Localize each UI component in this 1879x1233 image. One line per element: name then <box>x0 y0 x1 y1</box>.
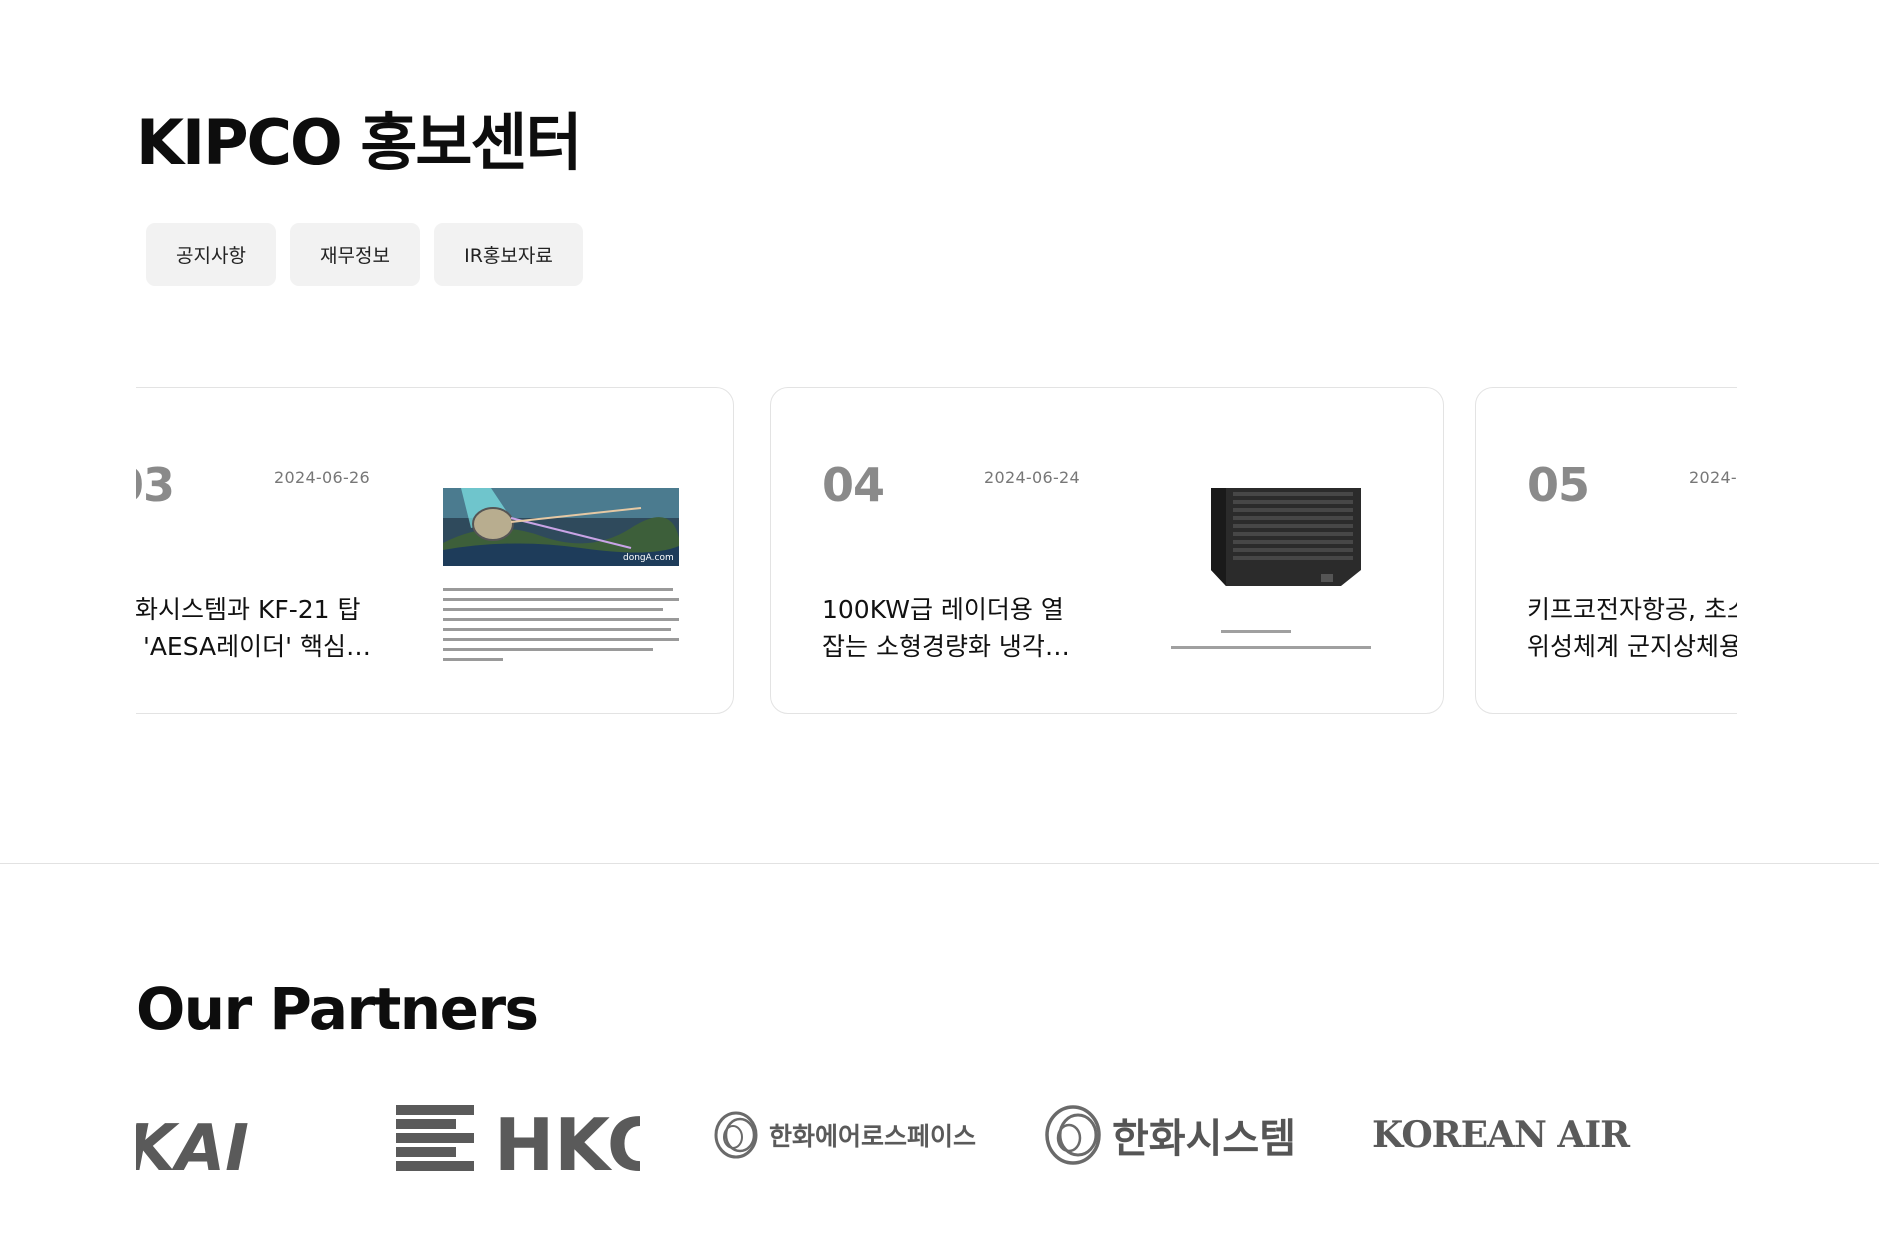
svg-text:KAI: KAI <box>136 1112 249 1180</box>
tab-ir-materials[interactable]: IR홍보자료 <box>434 223 583 286</box>
news-card[interactable]: 03 2024-06-26 한화시스템과 KF-21 탑재 'AESA레이더' … <box>136 387 734 714</box>
news-carousel[interactable]: 03 2024-06-26 한화시스템과 KF-21 탑재 'AESA레이더' … <box>136 387 1737 715</box>
news-card-headline: 키프코전자항공, 초소형 위성체계 군지상체용 <box>1527 595 1737 661</box>
section-divider <box>0 863 1879 864</box>
news-thumbnail: dongA.com <box>431 488 691 668</box>
partner-logo-korean-air: KOREAN AIR <box>1372 1114 1630 1156</box>
news-card-date: 2024-06-24 <box>984 468 1080 487</box>
section-title: KIPCO 홍보센터 <box>136 106 583 179</box>
tab-notice[interactable]: 공지사항 <box>146 223 276 286</box>
news-card-number: 04 <box>822 458 885 512</box>
partner-logo-hkc: HKC <box>396 1090 640 1180</box>
news-card[interactable]: 04 2024-06-24 100KW급 레이더용 열 잡는 소형경량화 냉각… <box>770 387 1444 714</box>
category-tabs: 공지사항 재무정보 IR홍보자료 <box>146 223 583 286</box>
svg-text:HKC: HKC <box>494 1103 640 1180</box>
news-card-headline: 100KW급 레이더용 열 잡는 소형경량화 냉각… <box>822 595 1070 661</box>
news-card-number: 03 <box>136 458 175 512</box>
news-card-date: 2024- <box>1689 468 1737 487</box>
partner-logo-kai: KAI <box>136 1090 296 1180</box>
news-card[interactable]: 05 2024- 키프코전자항공, 초소형 위성체계 군지상체용 <box>1475 387 1737 714</box>
partner-logos: KAI HKC 한화에어로스페이스 한화시스템 KOREAN AIR <box>136 1090 1737 1180</box>
news-card-headline: 한화시스템과 KF-21 탑재 'AESA레이더' 핵심… <box>136 595 371 661</box>
news-card-date: 2024-06-26 <box>274 468 370 487</box>
thumbnail-caption: dongA.com <box>623 553 674 563</box>
partner-logo-hanwha-aerospace: 한화에어로스페이스 <box>711 1090 991 1180</box>
partner-logo-hanwha-systems: 한화시스템 <box>1042 1090 1332 1180</box>
news-thumbnail <box>1141 488 1401 668</box>
partners-title: Our Partners <box>136 975 539 1043</box>
tab-financial-info[interactable]: 재무정보 <box>290 223 420 286</box>
news-card-number: 05 <box>1527 458 1590 512</box>
